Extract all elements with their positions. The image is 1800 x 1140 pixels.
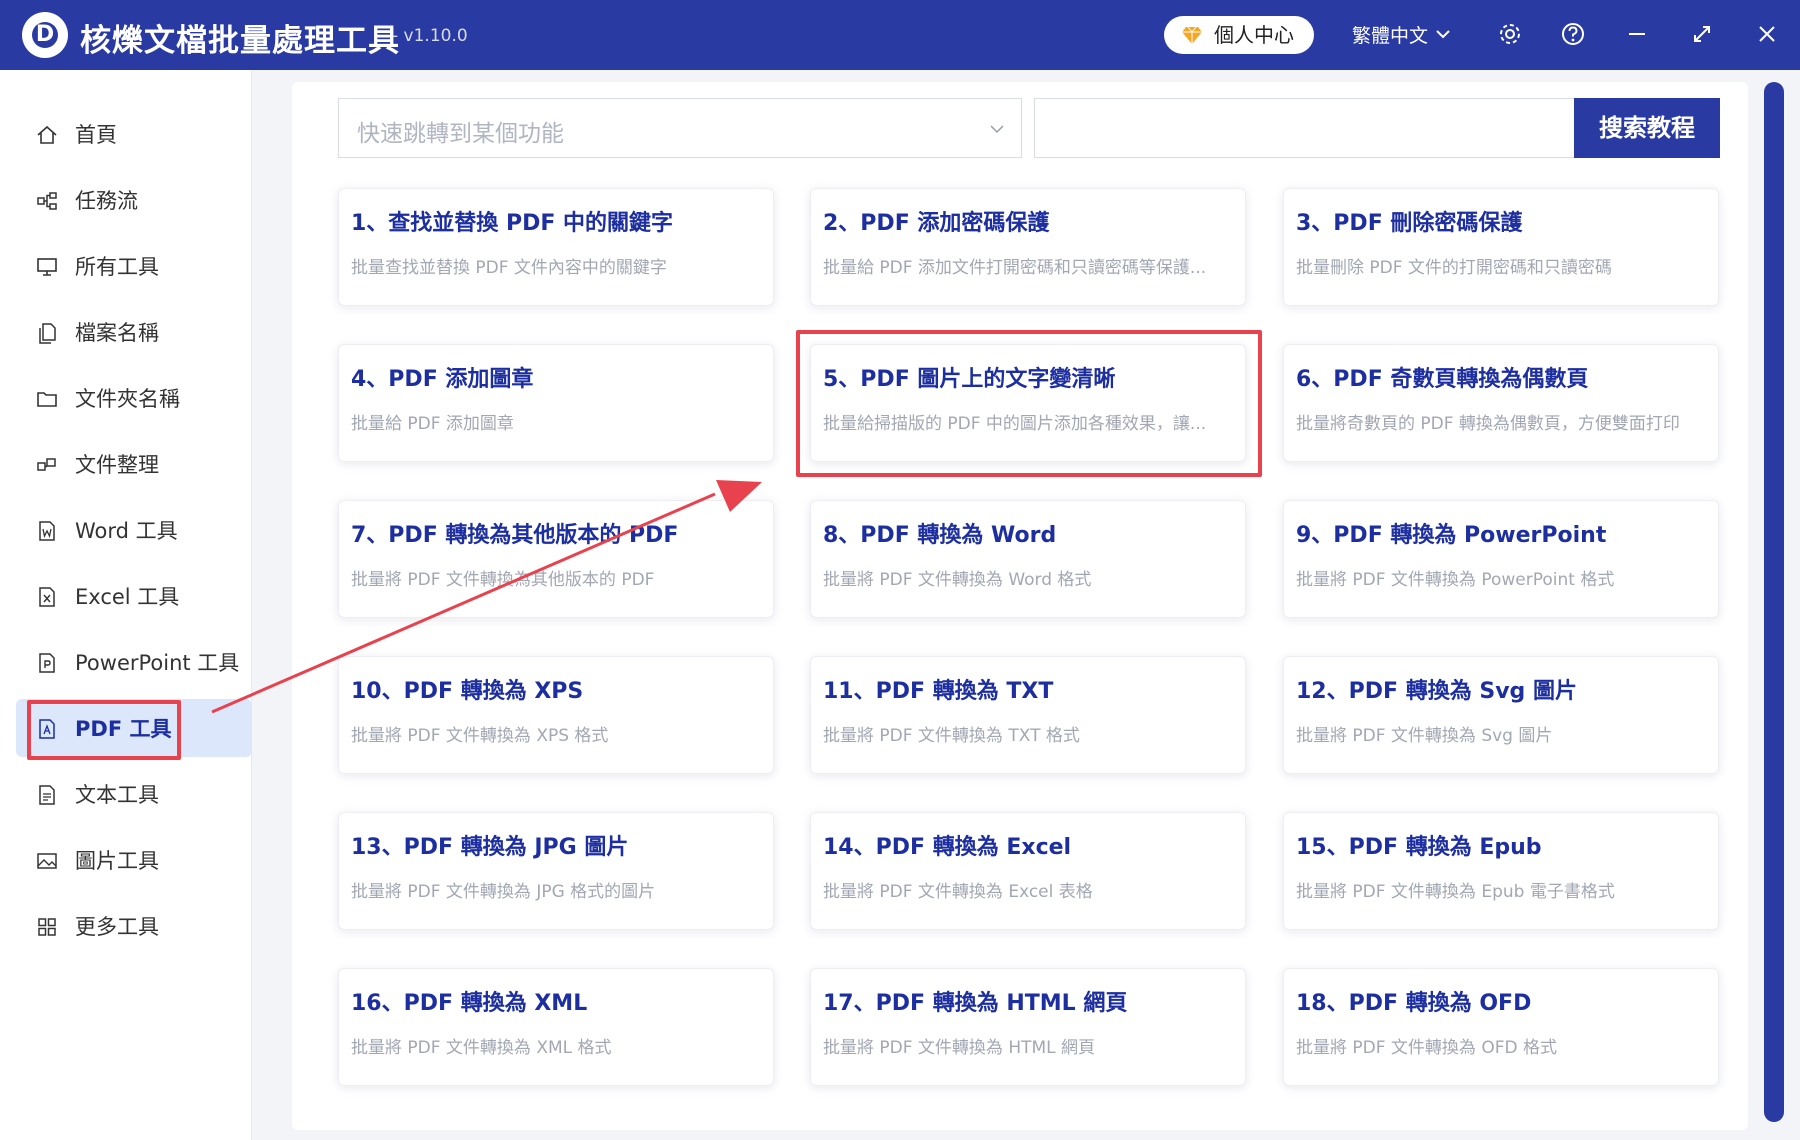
sidebar-item-all-tools[interactable]: 所有工具 [16, 237, 252, 295]
card-description: 批量將 PDF 文件轉換為 Epub 電子書格式 [1296, 882, 1615, 902]
tool-card[interactable]: 8、PDF 轉換為 Word 批量將 PDF 文件轉換為 Word 格式 [810, 500, 1246, 618]
tool-card[interactable]: 12、PDF 轉換為 Svg 圖片 批量將 PDF 文件轉換為 Svg 圖片 [1283, 656, 1719, 774]
diamond-icon [1182, 26, 1202, 44]
card-title: 17、PDF 轉換為 HTML 網頁 [823, 991, 1128, 1016]
card-description: 批量查找並替換 PDF 文件內容中的關鍵字 [351, 258, 667, 278]
monitor-icon [37, 258, 57, 276]
chevron-down-icon [990, 125, 1004, 134]
tool-card[interactable]: 15、PDF 轉換為 Epub 批量將 PDF 文件轉換為 Epub 電子書格式 [1283, 812, 1719, 930]
sidebar-item-more-tools[interactable]: 更多工具 [16, 897, 252, 955]
sidebar-item-excel-tools[interactable]: Excel 工具 [16, 567, 252, 625]
card-description: 批量將 PDF 文件轉換為其他版本的 PDF [351, 570, 655, 590]
workflow-icon [37, 192, 57, 210]
card-title: 7、PDF 轉換為其他版本的 PDF [351, 523, 679, 548]
gear-icon[interactable] [1497, 21, 1523, 47]
sidebar-item-image-tools[interactable]: 圖片工具 [16, 831, 252, 889]
card-description: 批量將 PDF 文件轉換為 XPS 格式 [351, 726, 609, 746]
sidebar-item-file-organize[interactable]: 文件整理 [16, 435, 252, 493]
app-logo-icon: D [22, 12, 68, 58]
tool-card[interactable]: 2、PDF 添加密碼保護 批量給 PDF 添加文件打開密碼和只讀密碼等保護... [810, 188, 1246, 306]
tool-card[interactable]: 4、PDF 添加圖章 批量給 PDF 添加圖章 [338, 344, 774, 462]
tool-card[interactable]: 14、PDF 轉換為 Excel 批量將 PDF 文件轉換為 Excel 表格 [810, 812, 1246, 930]
card-description: 批量將 PDF 文件轉換為 Excel 表格 [823, 882, 1093, 902]
personal-center-button[interactable]: 個人中心 [1164, 16, 1314, 54]
tool-card[interactable]: 7、PDF 轉換為其他版本的 PDF 批量將 PDF 文件轉換為其他版本的 PD… [338, 500, 774, 618]
sidebar-item-home[interactable]: 首頁 [16, 105, 252, 163]
card-description: 批量將 PDF 文件轉換為 JPG 格式的圖片 [351, 882, 656, 902]
tutorial-search-input[interactable] [1034, 98, 1574, 158]
title-bar: D 核爍文檔批量處理工具 - v1.10.0 個人中心 繁體中文 [0, 0, 1800, 70]
close-icon[interactable] [1754, 21, 1780, 47]
tool-card[interactable]: 18、PDF 轉換為 OFD 批量將 PDF 文件轉換為 OFD 格式 [1283, 968, 1719, 1086]
app-title: 核爍文檔批量處理工具 [80, 23, 400, 59]
card-description: 批量給 PDF 添加文件打開密碼和只讀密碼等保護... [823, 258, 1207, 278]
card-title: 3、PDF 刪除密碼保護 [1296, 211, 1523, 236]
card-title: 1、查找並替換 PDF 中的關鍵字 [351, 211, 674, 236]
quick-jump-select[interactable]: 快速跳轉到某個功能 [338, 98, 1022, 158]
language-selector[interactable]: 繁體中文 [1352, 21, 1428, 48]
card-description: 批量給 PDF 添加圖章 [351, 414, 514, 434]
card-title: 18、PDF 轉換為 OFD [1296, 991, 1532, 1016]
card-description: 批量刪除 PDF 文件的打開密碼和只讀密碼 [1296, 258, 1612, 278]
card-description: 批量將奇數頁的 PDF 轉換為偶數頁，方便雙面打印 [1296, 414, 1680, 434]
sidebar-item-workflow[interactable]: 任務流 [16, 171, 252, 229]
sidebar-item-powerpoint-tools[interactable]: PowerPoint 工具 [16, 633, 252, 691]
card-title: 6、PDF 奇數頁轉換為偶數頁 [1296, 367, 1589, 392]
tool-card[interactable]: 13、PDF 轉換為 JPG 圖片 批量將 PDF 文件轉換為 JPG 格式的圖… [338, 812, 774, 930]
home-icon [37, 125, 57, 144]
file-copy-icon [39, 323, 56, 344]
chevron-down-icon[interactable] [1436, 27, 1450, 41]
card-title: 16、PDF 轉換為 XML [351, 991, 588, 1016]
minimize-icon[interactable] [1624, 21, 1650, 47]
card-title: 15、PDF 轉換為 Epub [1296, 835, 1542, 860]
card-description: 批量將 PDF 文件轉換為 PowerPoint 格式 [1296, 570, 1615, 590]
card-title: 2、PDF 添加密碼保護 [823, 211, 1050, 236]
ppt-file-icon [39, 653, 55, 673]
tool-card[interactable]: 6、PDF 奇數頁轉換為偶數頁 批量將奇數頁的 PDF 轉換為偶數頁，方便雙面打… [1283, 344, 1719, 462]
excel-file-icon [39, 587, 55, 607]
card-title: 14、PDF 轉換為 Excel [823, 835, 1072, 860]
tool-card[interactable]: 1、查找並替換 PDF 中的關鍵字 批量查找並替換 PDF 文件內容中的關鍵字 [338, 188, 774, 306]
sidebar-item-folder-names[interactable]: 文件夾名稱 [16, 369, 252, 427]
quick-jump-placeholder: 快速跳轉到某個功能 [357, 121, 564, 147]
text-file-icon [39, 785, 55, 805]
tool-card[interactable]: 11、PDF 轉換為 TXT 批量將 PDF 文件轉換為 TXT 格式 [810, 656, 1246, 774]
sidebar-item-file-names[interactable]: 檔案名稱 [16, 303, 252, 361]
search-tutorial-button[interactable]: 搜索教程 [1574, 98, 1720, 158]
card-description: 批量將 PDF 文件轉換為 TXT 格式 [823, 726, 1080, 746]
maximize-icon[interactable] [1689, 21, 1715, 47]
card-title: 12、PDF 轉換為 Svg 圖片 [1296, 679, 1577, 704]
card-description: 批量將 PDF 文件轉換為 Svg 圖片 [1296, 726, 1553, 746]
card-description: 批量將 PDF 文件轉換為 OFD 格式 [1296, 1038, 1557, 1058]
card-title: 13、PDF 轉換為 JPG 圖片 [351, 835, 629, 860]
word-file-icon [39, 521, 55, 541]
card-title: 9、PDF 轉換為 PowerPoint [1296, 523, 1607, 548]
vertical-scrollbar[interactable] [1764, 82, 1784, 1122]
sidebar-item-text-tools[interactable]: 文本工具 [16, 765, 252, 823]
highlight-box-card-5 [796, 330, 1262, 477]
card-title: 4、PDF 添加圖章 [351, 367, 534, 392]
tool-card[interactable]: 9、PDF 轉換為 PowerPoint 批量將 PDF 文件轉換為 Power… [1283, 500, 1719, 618]
help-icon[interactable] [1560, 21, 1586, 47]
grid-icon [38, 918, 56, 936]
image-icon [37, 853, 57, 869]
card-title: 8、PDF 轉換為 Word [823, 523, 1057, 548]
app-version: - v1.10.0 [392, 26, 468, 46]
card-title: 10、PDF 轉換為 XPS [351, 679, 584, 704]
tool-card[interactable]: 10、PDF 轉換為 XPS 批量將 PDF 文件轉換為 XPS 格式 [338, 656, 774, 774]
highlight-box-pdf-tools [27, 700, 181, 760]
card-description: 批量將 PDF 文件轉換為 Word 格式 [823, 570, 1092, 590]
card-description: 批量將 PDF 文件轉換為 HTML 網頁 [823, 1038, 1096, 1058]
tool-card[interactable]: 16、PDF 轉換為 XML 批量將 PDF 文件轉換為 XML 格式 [338, 968, 774, 1086]
tool-card[interactable]: 3、PDF 刪除密碼保護 批量刪除 PDF 文件的打開密碼和只讀密碼 [1283, 188, 1719, 306]
card-description: 批量將 PDF 文件轉換為 XML 格式 [351, 1038, 612, 1058]
folder-icon [37, 392, 57, 407]
card-title: 11、PDF 轉換為 TXT [823, 679, 1054, 704]
organize-icon [37, 458, 56, 471]
tool-card[interactable]: 17、PDF 轉換為 HTML 網頁 批量將 PDF 文件轉換為 HTML 網頁 [810, 968, 1246, 1086]
sidebar: 首頁 任務流 所有工具 檔案名稱 文件夾名稱 文件整理 Word 工具 Exce… [0, 70, 252, 1140]
sidebar-item-word-tools[interactable]: Word 工具 [16, 501, 252, 559]
